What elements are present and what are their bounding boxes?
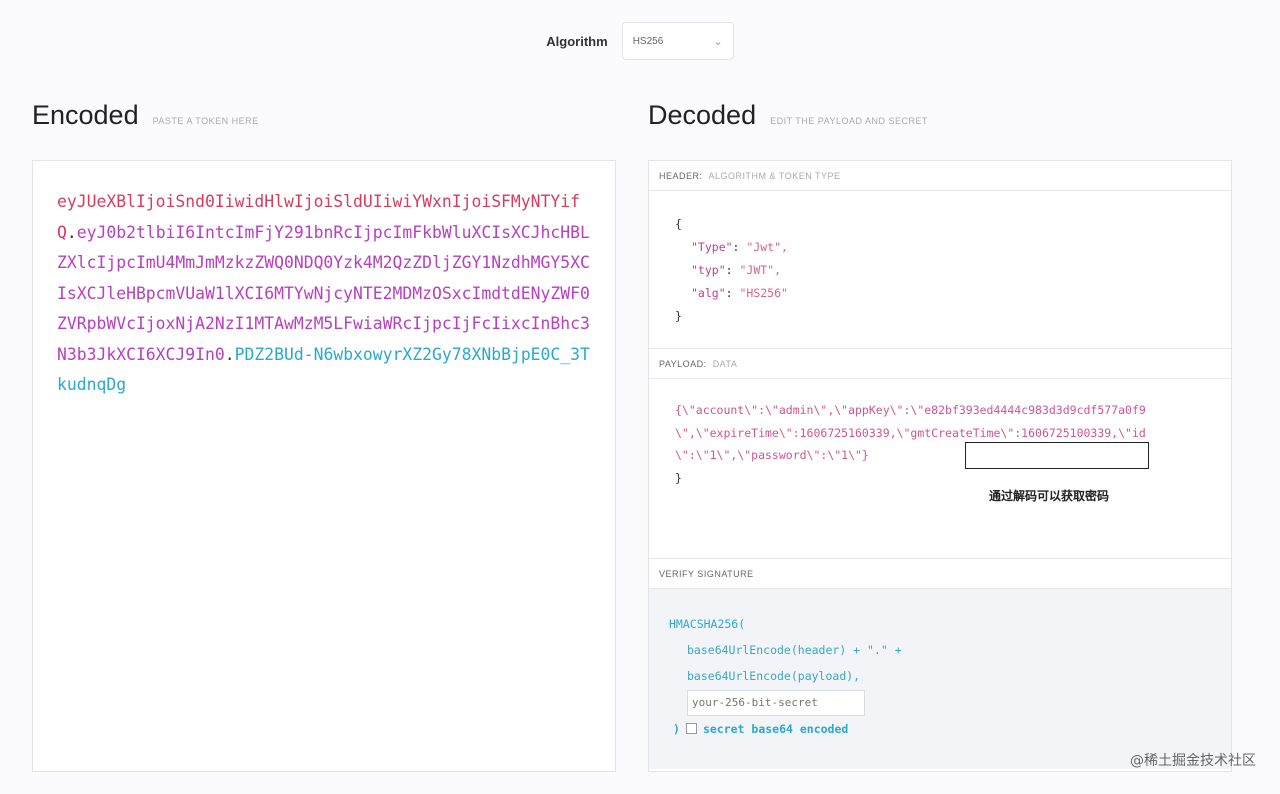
json-close-brace: } <box>675 470 682 485</box>
decoded-title: Decoded <box>648 100 757 130</box>
algorithm-label: Algorithm <box>546 33 608 49</box>
decoded-subtitle: EDIT THE PAYLOAD AND SECRET <box>770 116 928 126</box>
algorithm-select[interactable]: HS256 ⌄ <box>621 22 734 60</box>
verify-label: VERIFY SIGNATURE <box>659 568 754 579</box>
hmac-arg-payload: base64UrlEncode(payload), <box>687 669 861 683</box>
header-section-title: HEADER: ALGORITHM & TOKEN TYPE <box>649 161 1231 191</box>
json-close-brace: } <box>675 309 682 323</box>
encoded-token-text[interactable]: eyJUeXBlIjoiSnd0IiwidHlwIjoiSldUIiwiYWxn… <box>57 187 591 401</box>
payload-json-editor[interactable]: {\"account\":\"admin\",\"appKey\":\"e82b… <box>649 379 1231 559</box>
secret-base64-row: ) secret base64 encoded <box>669 716 1211 742</box>
base64-checkbox-label: secret base64 encoded <box>702 721 849 736</box>
hmac-close-paren: ) <box>673 721 680 736</box>
header-value: "JWT", <box>739 263 782 277</box>
algorithm-value: HS256 <box>632 35 664 47</box>
header-key: "typ" <box>691 263 726 277</box>
payload-sublabel: DATA <box>712 358 738 369</box>
chevron-down-icon: ⌄ <box>713 35 723 48</box>
header-sublabel: ALGORITHM & TOKEN TYPE <box>708 170 841 181</box>
header-label: HEADER: <box>659 170 703 181</box>
header-json-editor[interactable]: { "Type": "Jwt", "typ": "JWT", "alg": "H… <box>649 191 1231 349</box>
encoded-title-row: Encoded PASTE A TOKEN HERE <box>32 100 259 131</box>
header-line: "Type": "Jwt", <box>691 240 788 254</box>
decoded-title-row: Decoded EDIT THE PAYLOAD AND SECRET <box>648 100 928 131</box>
hmac-arg-header: base64UrlEncode(header) + "." + <box>687 643 902 657</box>
encoded-title: Encoded <box>32 100 139 130</box>
secret-input[interactable] <box>687 689 865 716</box>
base64-checkbox[interactable] <box>685 723 697 734</box>
header-key: "Type" <box>691 240 733 254</box>
password-highlight-box <box>965 442 1149 469</box>
header-value: "Jwt", <box>746 240 788 254</box>
verify-signature-body: HMACSHA256( base64UrlEncode(header) + ".… <box>649 589 1231 769</box>
hmac-function: HMACSHA256( <box>669 617 746 631</box>
header-key: "alg" <box>691 286 726 300</box>
password-annotation: 通过解码可以获取密码 <box>989 489 1110 503</box>
json-open-brace: { <box>675 217 682 231</box>
header-line: "alg": "HS256" <box>691 286 788 300</box>
verify-section-title: VERIFY SIGNATURE <box>649 559 1231 589</box>
header-line: "typ": "JWT", <box>691 263 782 277</box>
token-dot: . <box>66 222 77 242</box>
algorithm-row: Algorithm HS256 ⌄ <box>0 22 1280 60</box>
encoded-subtitle: PASTE A TOKEN HERE <box>152 116 259 126</box>
payload-label: PAYLOAD: <box>659 358 707 369</box>
watermark: @稀土掘金技术社区 <box>1130 753 1256 769</box>
payload-section-title: PAYLOAD: DATA <box>649 349 1231 379</box>
decoded-panel: HEADER: ALGORITHM & TOKEN TYPE { "Type":… <box>648 160 1232 772</box>
header-value: "HS256" <box>739 286 788 300</box>
token-payload-part: eyJ0b2tlbiI6IntcImFjY291bnRcIjpcImFkbWlu… <box>57 222 590 364</box>
encoded-token-editor[interactable]: eyJUeXBlIjoiSnd0IiwidHlwIjoiSldUIiwiYWxn… <box>32 160 616 772</box>
token-dot: . <box>224 344 235 364</box>
